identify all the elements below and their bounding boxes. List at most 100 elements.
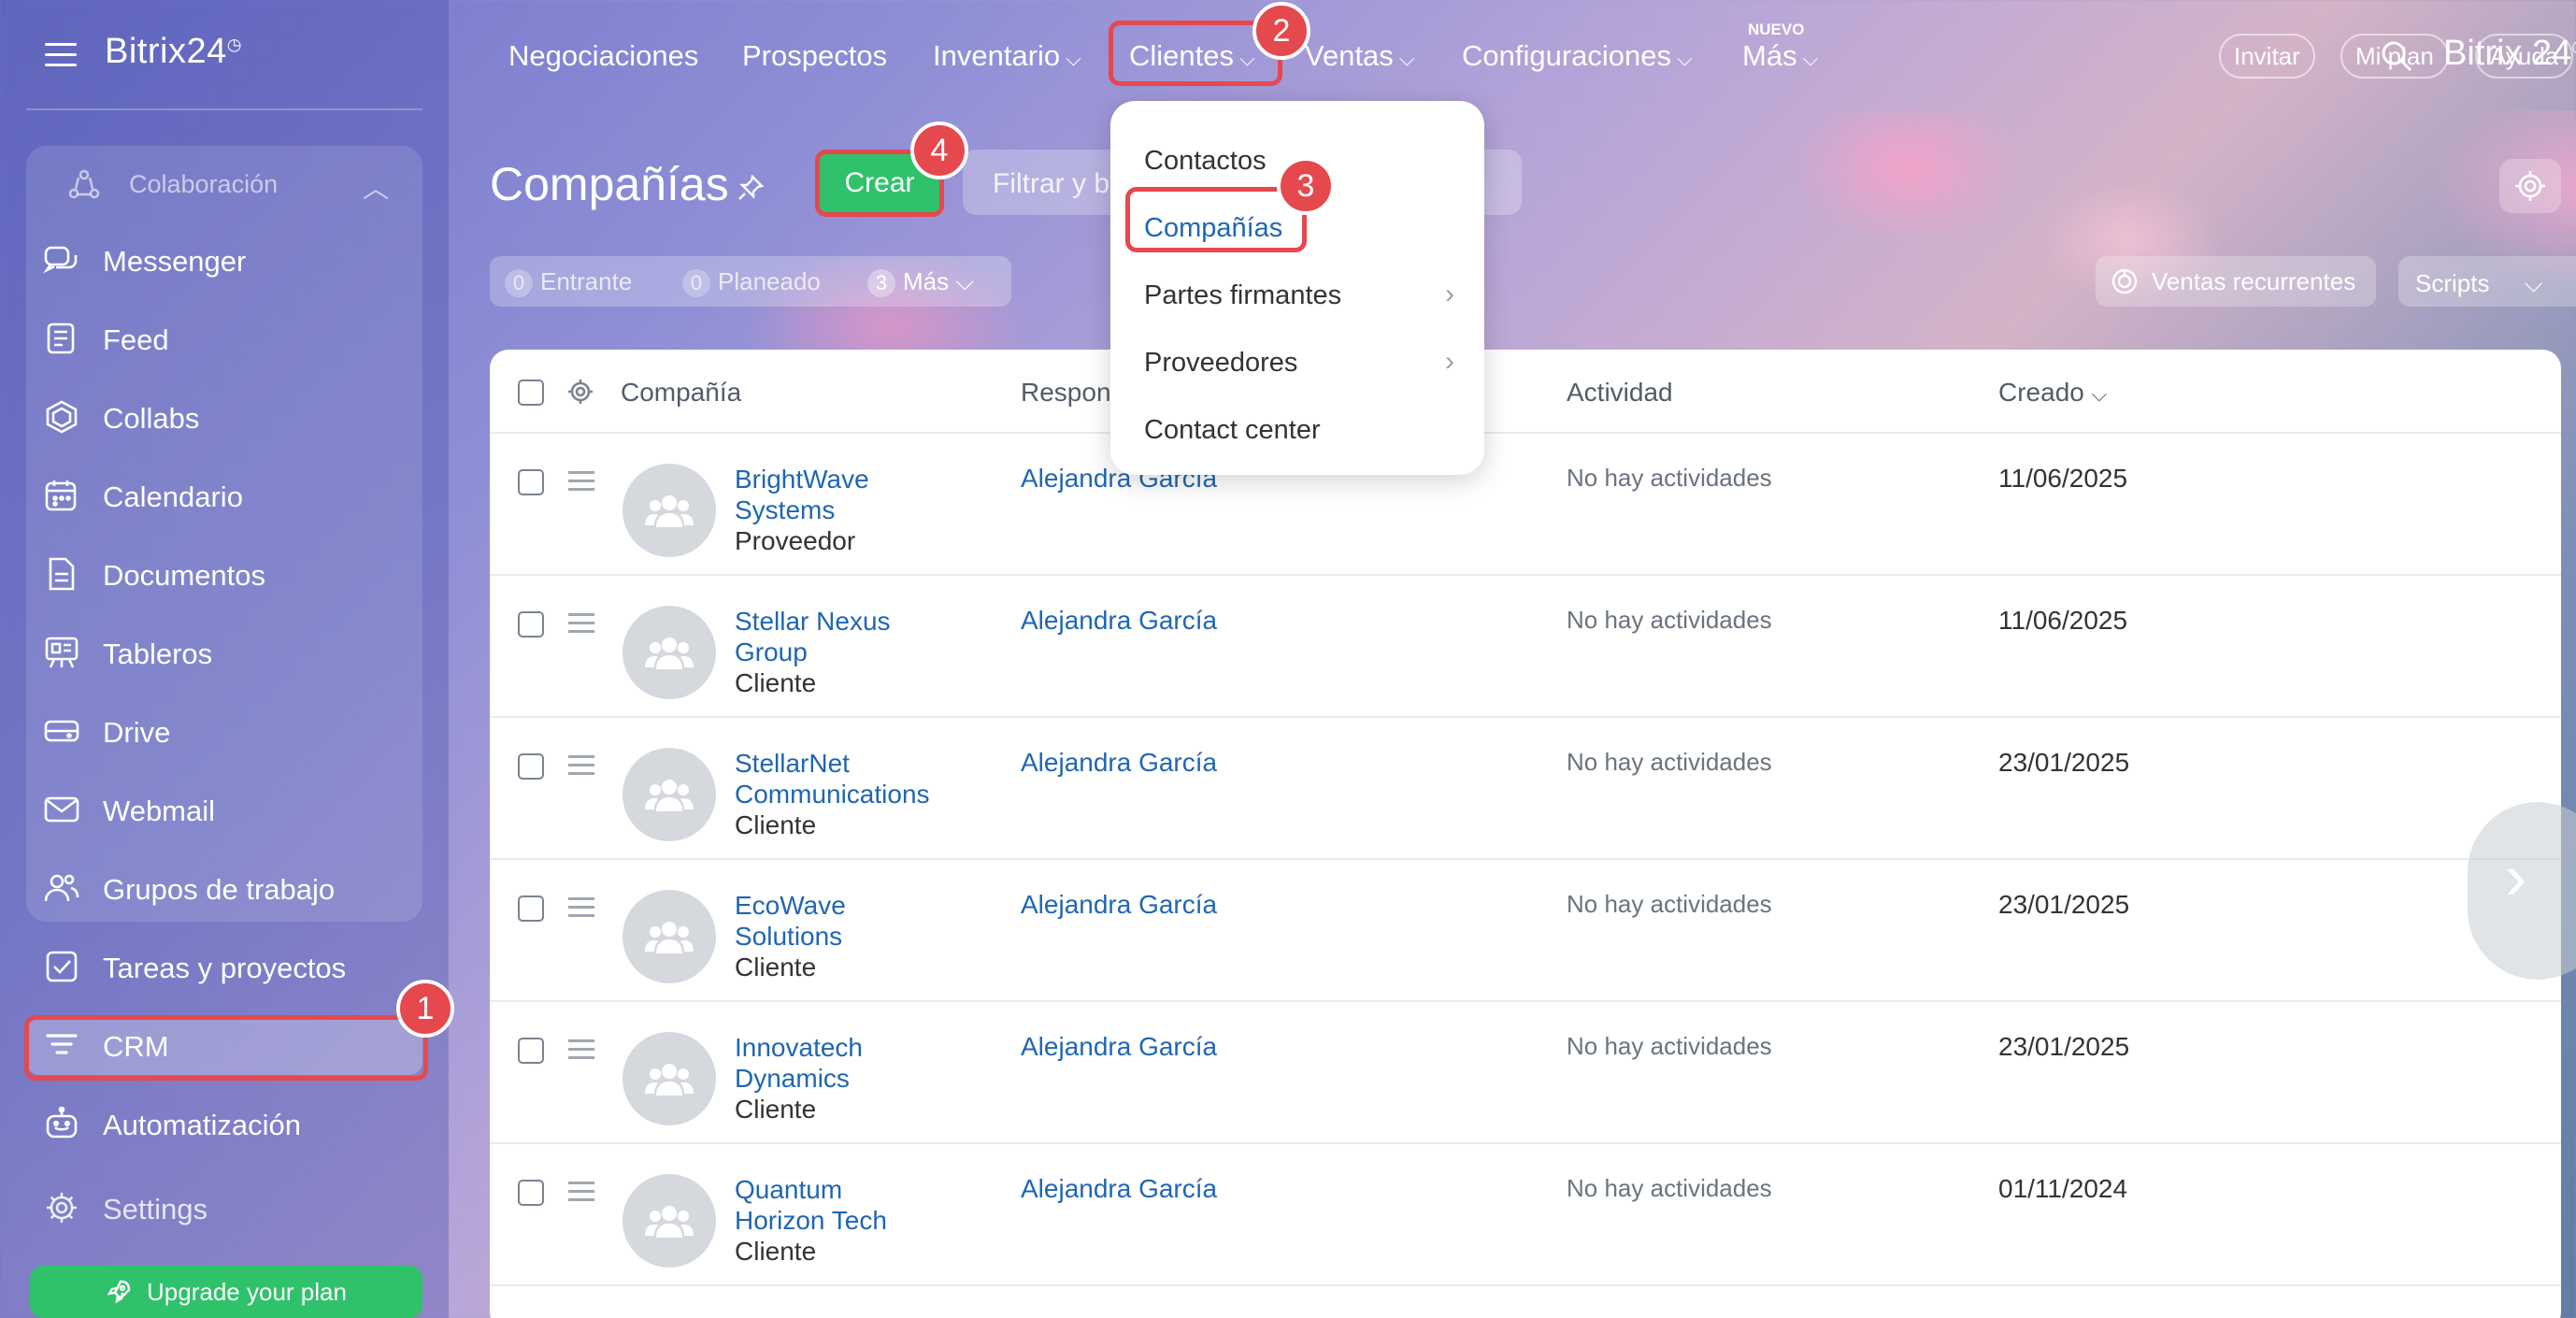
sidebar-item-feed[interactable]: Feed xyxy=(26,308,422,368)
company-type: Proveedor xyxy=(735,526,856,555)
sidebar-item-label: Documentos xyxy=(103,559,266,592)
sidebar-item-label: Calendario xyxy=(103,480,243,513)
column-created[interactable]: Creado ⌵ xyxy=(1998,378,2107,408)
table-row[interactable]: Innovatech Dynamics Cliente Alejandra Garc… xyxy=(490,1002,2561,1144)
table-header: Compañía Responsable Actividad Creado ⌵ xyxy=(490,350,2561,434)
sidebar-item-label: Tableros xyxy=(103,638,213,670)
company-name-link[interactable]: BrightWave Systems Proveedor xyxy=(735,464,912,556)
responsible-link[interactable]: Alejandra García xyxy=(1021,606,1217,636)
nav-deals[interactable]: Negociaciones xyxy=(508,39,698,73)
responsible-link[interactable]: Alejandra García xyxy=(1021,1032,1217,1062)
row-checkbox[interactable] xyxy=(518,1038,544,1064)
clients-dropdown-menu: Contactos Compañías Partes firmantes › Pr… xyxy=(1110,101,1484,475)
menu-item-signing-parties[interactable]: Partes firmantes › xyxy=(1144,269,1462,322)
company-name-link[interactable]: Innovatech Dynamics Cliente xyxy=(735,1032,912,1125)
company-name-link[interactable]: StellarNet Communications Cliente xyxy=(735,748,930,840)
responsible-link[interactable]: Alejandra García xyxy=(1021,890,1217,920)
nav-more[interactable]: Más ⌵ xyxy=(1742,39,1818,73)
sidebar-item-label: Automatización xyxy=(103,1109,301,1141)
grid-settings-button[interactable] xyxy=(2499,159,2561,213)
menu-icon[interactable] xyxy=(45,43,77,67)
drag-handle-icon[interactable] xyxy=(568,755,594,781)
column-activity[interactable]: Actividad xyxy=(1567,378,1673,408)
row-checkbox[interactable] xyxy=(518,469,544,495)
drag-handle-icon[interactable] xyxy=(568,471,594,496)
invite-button[interactable]: Invitar xyxy=(2219,34,2315,79)
responsible-link[interactable]: Alejandra García xyxy=(1021,1174,1217,1204)
sidebar-item-automation[interactable]: Automatización xyxy=(26,1094,422,1153)
table-row[interactable]: BrightWave Systems Proveedor Alejandra Gar… xyxy=(490,434,2561,576)
menu-item-suppliers[interactable]: Proveedores › xyxy=(1144,337,1462,389)
highlight-crm xyxy=(24,1015,428,1081)
company-name-link[interactable]: Quantum Horizon Tech Cliente xyxy=(735,1174,912,1267)
chevron-down-icon: ⌵ xyxy=(2524,269,2543,297)
row-checkbox[interactable] xyxy=(518,753,544,780)
menu-item-contact-center[interactable]: Contact center xyxy=(1144,404,1462,456)
company-avatar xyxy=(623,748,716,841)
column-company[interactable]: Compañía xyxy=(621,378,741,408)
drag-handle-icon[interactable] xyxy=(568,1039,594,1065)
table-row[interactable]: Quantum Horizon Tech Cliente Alejandra Gar… xyxy=(490,1144,2561,1286)
drag-handle-icon[interactable] xyxy=(568,1182,594,1207)
recurring-sales-button[interactable]: Ventas recurrentes xyxy=(2096,256,2376,307)
nav-leads[interactable]: Prospectos xyxy=(742,39,887,73)
sidebar-item-calendar[interactable]: Calendario xyxy=(26,466,422,525)
company-name-link[interactable]: Stellar Nexus Group Cliente xyxy=(735,606,912,698)
sidebar-item-settings[interactable]: Settings xyxy=(26,1178,422,1238)
drive-icon xyxy=(44,720,79,742)
sidebar-item-label: Feed xyxy=(103,323,169,356)
sidebar-group-title[interactable]: Colaboración ︿ xyxy=(52,166,408,204)
company-avatar xyxy=(623,1032,716,1125)
chevron-down-icon: ⌵ xyxy=(1398,47,1415,70)
sidebar-item-tasks[interactable]: Tareas y proyectos xyxy=(26,937,422,996)
table-row[interactable]: StellarNet Communications Cliente Alejandr… xyxy=(490,718,2561,860)
chevron-up-icon[interactable]: ︿ xyxy=(363,168,389,206)
document-icon xyxy=(49,557,75,591)
scripts-button[interactable]: Scripts ⌵ xyxy=(2398,256,2576,307)
drag-handle-icon[interactable] xyxy=(568,613,594,638)
nav-inventory[interactable]: Inventario ⌵ xyxy=(933,39,1081,73)
sidebar-item-drive[interactable]: Drive xyxy=(26,701,422,761)
created-date: 23/01/2025 xyxy=(1998,1032,2130,1061)
activity-status: No hay actividades xyxy=(1567,464,1772,492)
table-row[interactable]: EcoWave Solutions Cliente Alejandra García… xyxy=(490,860,2561,1002)
pin-icon[interactable] xyxy=(737,174,765,202)
scroll-right-button[interactable]: › xyxy=(2468,802,2576,980)
company-name-link[interactable]: EcoWave Solutions Cliente xyxy=(735,890,912,982)
upgrade-plan-button[interactable]: Upgrade your plan xyxy=(30,1266,422,1318)
brand-logo[interactable]: Bitrix24◷ xyxy=(105,32,242,72)
sidebar-item-messenger[interactable]: Messenger xyxy=(26,230,422,290)
help-button[interactable]: Ayuda xyxy=(2475,34,2574,79)
column-settings-icon[interactable] xyxy=(566,378,594,406)
counter-more[interactable]: 3 Más ⌵ xyxy=(867,267,974,297)
counter-planned[interactable]: 0 Planeado xyxy=(682,267,821,297)
sidebar-item-collabs[interactable]: Collabs xyxy=(26,387,422,447)
row-checkbox[interactable] xyxy=(518,611,544,638)
created-date: 01/11/2024 xyxy=(1998,1174,2128,1203)
mail-icon xyxy=(44,796,79,823)
my-plan-button[interactable]: Mi plan xyxy=(2340,34,2449,79)
sidebar-item-workgroups[interactable]: Grupos de trabajo xyxy=(26,858,422,918)
row-checkbox[interactable] xyxy=(518,1180,544,1206)
step-badge-4: 4 xyxy=(910,122,968,179)
sidebar-item-label: Messenger xyxy=(103,245,247,278)
responsible-link[interactable]: Alejandra García xyxy=(1021,748,1217,778)
nav-settings[interactable]: Configuraciones ⌵ xyxy=(1462,39,1693,73)
column-responsible[interactable]: Responsable xyxy=(1021,378,1123,408)
sidebar-item-documents[interactable]: Documentos xyxy=(26,544,422,604)
sidebar-item-boards[interactable]: Tableros xyxy=(26,623,422,682)
activity-status: No hay actividades xyxy=(1567,1032,1772,1060)
sidebar-header: Bitrix24◷ xyxy=(0,0,449,110)
companies-table: Compañía Responsable Actividad Creado ⌵ … xyxy=(490,350,2561,1318)
created-date: 11/06/2025 xyxy=(1998,464,2128,493)
chevron-right-icon: › xyxy=(1445,279,1454,309)
sidebar-item-webmail[interactable]: Webmail xyxy=(26,780,422,839)
row-checkbox[interactable] xyxy=(518,895,544,922)
counter-incoming[interactable]: 0 Entrante xyxy=(505,267,632,297)
select-all-checkbox[interactable] xyxy=(518,380,544,406)
nav-sales[interactable]: Ventas ⌵ xyxy=(1305,39,1415,73)
task-icon xyxy=(46,951,78,982)
drag-handle-icon[interactable] xyxy=(568,897,594,923)
table-row[interactable]: Stellar Nexus Group Cliente Alejandra Garc… xyxy=(490,576,2561,718)
feed-icon xyxy=(47,322,75,354)
